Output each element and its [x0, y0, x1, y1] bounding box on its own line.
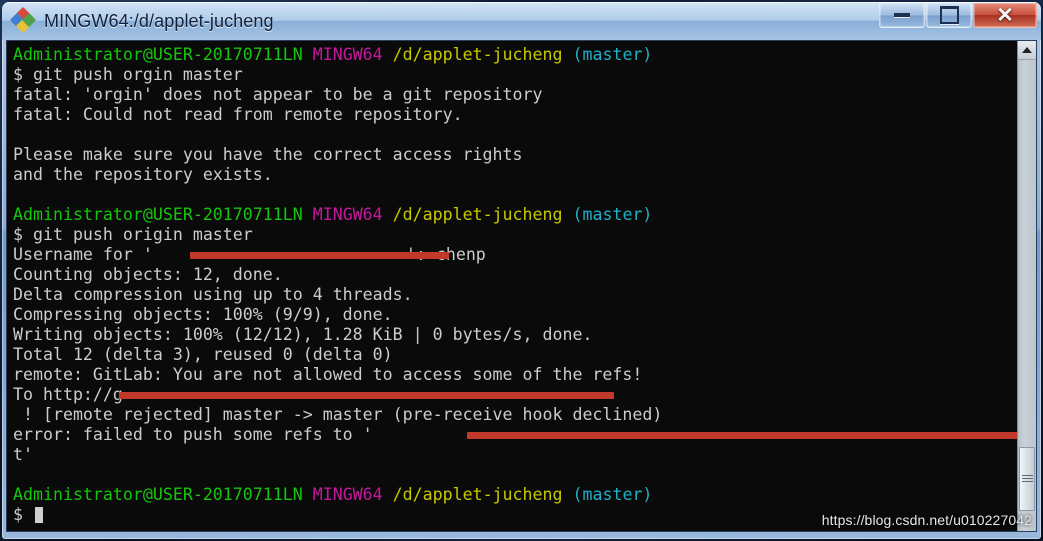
prompt-user-host: Administrator@USER-20170711LN — [13, 45, 303, 64]
terminal-prompt-line: Administrator@USER-20170711LN MINGW64 /d… — [13, 205, 1017, 225]
terminal-output[interactable]: Administrator@USER-20170711LN MINGW64 /d… — [7, 41, 1017, 531]
terminal-redacted-line: To http://g — [13, 385, 1017, 405]
terminal-window: MINGW64:/d/applet-jucheng ✕ Administrato… — [2, 2, 1041, 539]
terminal-output-line: remote: GitLab: You are not allowed to a… — [13, 365, 643, 384]
close-button[interactable]: ✕ — [973, 3, 1037, 28]
minimize-button[interactable] — [879, 3, 925, 28]
terminal-command-line: $ git push orgin master — [13, 65, 243, 84]
text-cursor — [34, 507, 43, 523]
watermark: https://blog.csdn.net/u010227042 — [821, 512, 1032, 528]
terminal-prompt-line: Administrator@USER-20170711LN MINGW64 /d… — [13, 485, 1017, 505]
scroll-up-arrow-icon — [1022, 47, 1032, 53]
terminal-command-line: $ git push origin master — [13, 225, 253, 244]
terminal-output-line: Writing objects: 100% (12/12), 1.28 KiB … — [13, 325, 593, 344]
prompt-branch: (master) — [572, 485, 653, 504]
minimize-icon — [894, 13, 910, 17]
prompt-branch: (master) — [572, 205, 653, 224]
terminal-redacted-line: error: failed to push some refs to ' — [13, 425, 1017, 445]
prompt-path: /d/applet-jucheng — [392, 485, 563, 504]
terminal-output-line: fatal: Could not read from remote reposi… — [13, 105, 463, 124]
redaction-bar — [190, 252, 449, 259]
prompt-shell: MINGW64 — [312, 485, 383, 504]
scrollbar-thumb[interactable] — [1019, 447, 1035, 511]
redaction-bar — [467, 432, 1017, 439]
window-controls: ✕ — [879, 3, 1037, 28]
terminal-output-line: Counting objects: 12, done. — [13, 265, 283, 284]
terminal-output-line: ! [remote rejected] master -> master (pr… — [13, 405, 663, 424]
window-titlebar[interactable]: MINGW64:/d/applet-jucheng ✕ — [2, 2, 1041, 40]
maximize-button[interactable] — [926, 3, 972, 28]
terminal-output-line: Total 12 (delta 3), reused 0 (delta 0) — [13, 345, 393, 364]
prompt-shell: MINGW64 — [312, 205, 383, 224]
terminal-output-line: Compressing objects: 100% (9/9), done. — [13, 305, 393, 324]
prompt-branch: (master) — [572, 45, 653, 64]
terminal-output-line: and the repository exists. — [13, 165, 273, 184]
mingw-diamond-icon — [9, 6, 37, 34]
terminal-prompt-line: Administrator@USER-20170711LN MINGW64 /d… — [13, 45, 1017, 65]
redaction-bar — [119, 392, 614, 399]
terminal-output-line: fatal: 'orgin' does not appear to be a g… — [13, 85, 543, 104]
scrollbar-grip-icon — [1021, 474, 1033, 484]
terminal-scrollbar[interactable] — [1017, 41, 1036, 531]
prompt-path: /d/applet-jucheng — [392, 205, 563, 224]
prompt-path: /d/applet-jucheng — [392, 45, 563, 64]
terminal-output-line: Please make sure you have the correct ac… — [13, 145, 523, 164]
terminal-area: Administrator@USER-20170711LN MINGW64 /d… — [6, 40, 1037, 532]
terminal-redacted-line: Username for '': chenp — [13, 245, 486, 264]
close-icon: ✕ — [996, 3, 1014, 27]
maximize-icon — [939, 6, 959, 24]
scroll-up-button[interactable] — [1018, 41, 1036, 60]
window-title: MINGW64:/d/applet-jucheng — [44, 10, 274, 31]
prompt-user-host: Administrator@USER-20170711LN — [13, 485, 303, 504]
terminal-output-line: Delta compression using up to 4 threads. — [13, 285, 413, 304]
terminal-output-line: t' — [13, 445, 33, 464]
prompt-shell: MINGW64 — [312, 45, 383, 64]
prompt-user-host: Administrator@USER-20170711LN — [13, 205, 303, 224]
